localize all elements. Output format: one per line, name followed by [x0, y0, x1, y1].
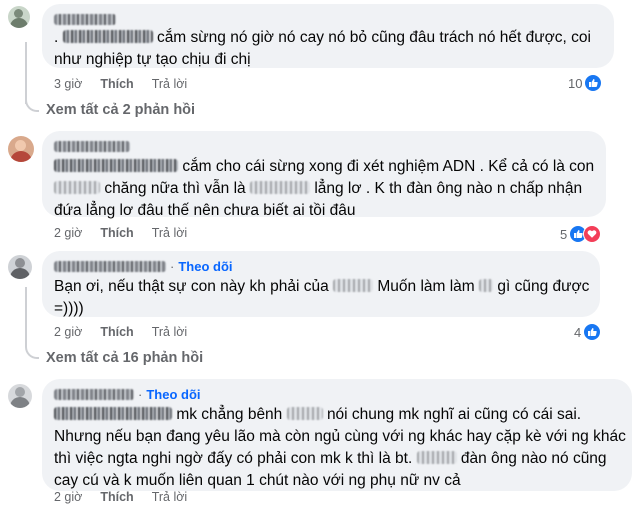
- avatar[interactable]: [8, 255, 32, 279]
- comment-text: Bạn ơi, nếu thật sự con này kh phải của …: [54, 278, 590, 295]
- like-button[interactable]: Thích: [100, 490, 133, 504]
- comment-time[interactable]: 2 giờ: [54, 490, 82, 504]
- comment-time[interactable]: 3 giờ: [54, 77, 82, 91]
- view-replies-link[interactable]: Xem tất cả 16 phản hồi: [46, 350, 203, 366]
- comment-text: mk chẳng bênh nói chung mk nghĩ ai cũng …: [54, 404, 620, 426]
- reply-button[interactable]: Trả lời: [152, 226, 188, 240]
- comment-text: cắm cho cái sừng xong đi xét nghiệm ADN …: [54, 156, 594, 178]
- comment-text: đứa lẳng lơ đâu thế nên chưa biết ai tồi…: [54, 202, 356, 219]
- thread-line-elbow: [25, 90, 39, 112]
- view-replies-link[interactable]: Xem tất cả 2 phản hồi: [46, 102, 195, 118]
- comment-text: cay cú và k muốn liên quan 1 chút nào vớ…: [54, 472, 461, 489]
- comment-author[interactable]: [54, 260, 166, 272]
- comment-time[interactable]: 2 giờ: [54, 226, 82, 240]
- reply-button[interactable]: Trả lời: [152, 325, 188, 339]
- reaction-count: 5: [560, 226, 568, 242]
- like-button[interactable]: Thích: [100, 226, 133, 240]
- comment-text: =)))): [54, 300, 84, 317]
- comment-text: như nghiệp tự tạo chịu đi chị: [54, 51, 251, 68]
- comment-actions: 3 giờ Thích Trả lời: [54, 77, 205, 91]
- follow-button[interactable]: Theo dõi: [178, 259, 232, 274]
- reply-button[interactable]: Trả lời: [152, 490, 188, 504]
- avatar[interactable]: [8, 6, 30, 28]
- love-reaction-icon: [583, 225, 602, 243]
- comment-author[interactable]: [54, 139, 594, 153]
- reaction-count: 10: [568, 75, 583, 91]
- comment-actions: 2 giờ Thích Trả lời: [54, 490, 205, 504]
- avatar[interactable]: [8, 136, 34, 162]
- comment-text: Nhưng nếu bạn đang yêu lão mà còn ngủ cù…: [54, 428, 626, 445]
- mentioned-user[interactable]: [54, 159, 178, 172]
- comment-time[interactable]: 2 giờ: [54, 325, 82, 339]
- comment-author-row: · Theo dõi: [54, 259, 588, 274]
- mentioned-user[interactable]: [54, 407, 172, 420]
- comment-bubble: · Theo dõi Bạn ơi, nếu thật sự con này k…: [42, 251, 600, 317]
- mentioned-user[interactable]: [62, 30, 153, 43]
- follow-button[interactable]: Theo dõi: [146, 387, 200, 402]
- reaction-summary[interactable]: 4: [574, 323, 602, 341]
- reaction-summary[interactable]: 10: [568, 74, 603, 92]
- comment-author-row: · Theo dõi: [54, 387, 620, 402]
- comment-text: thì việc ngta nghi ngờ đấy có phải con m…: [54, 450, 607, 467]
- reaction-summary[interactable]: 5: [560, 225, 602, 243]
- thread-line-elbow: [25, 335, 39, 359]
- like-reaction-icon: [584, 74, 603, 92]
- comment-author[interactable]: [54, 12, 602, 26]
- comment-text: chăng nữa thì vẫn là lẳng lơ . K th đàn …: [54, 178, 594, 200]
- comment-author[interactable]: [54, 388, 134, 400]
- like-button[interactable]: Thích: [100, 77, 133, 91]
- comment-actions: 2 giờ Thích Trả lời: [54, 226, 205, 240]
- comment-bubble: · Theo dõi mk chẳng bênh nói chung mk ng…: [42, 379, 632, 491]
- comment-actions: 2 giờ Thích Trả lời: [54, 325, 205, 339]
- comment-text: . cắm sừng nó giờ nó cay nó bỏ cũng đâu …: [54, 29, 591, 46]
- comment-bubble: . cắm sừng nó giờ nó cay nó bỏ cũng đâu …: [42, 4, 614, 68]
- reply-button[interactable]: Trả lời: [152, 77, 188, 91]
- comment-bubble: cắm cho cái sừng xong đi xét nghiệm ADN …: [42, 131, 606, 219]
- like-reaction-icon: [583, 323, 602, 341]
- reaction-count: 4: [574, 324, 582, 340]
- like-button[interactable]: Thích: [100, 325, 133, 339]
- avatar[interactable]: [8, 384, 32, 408]
